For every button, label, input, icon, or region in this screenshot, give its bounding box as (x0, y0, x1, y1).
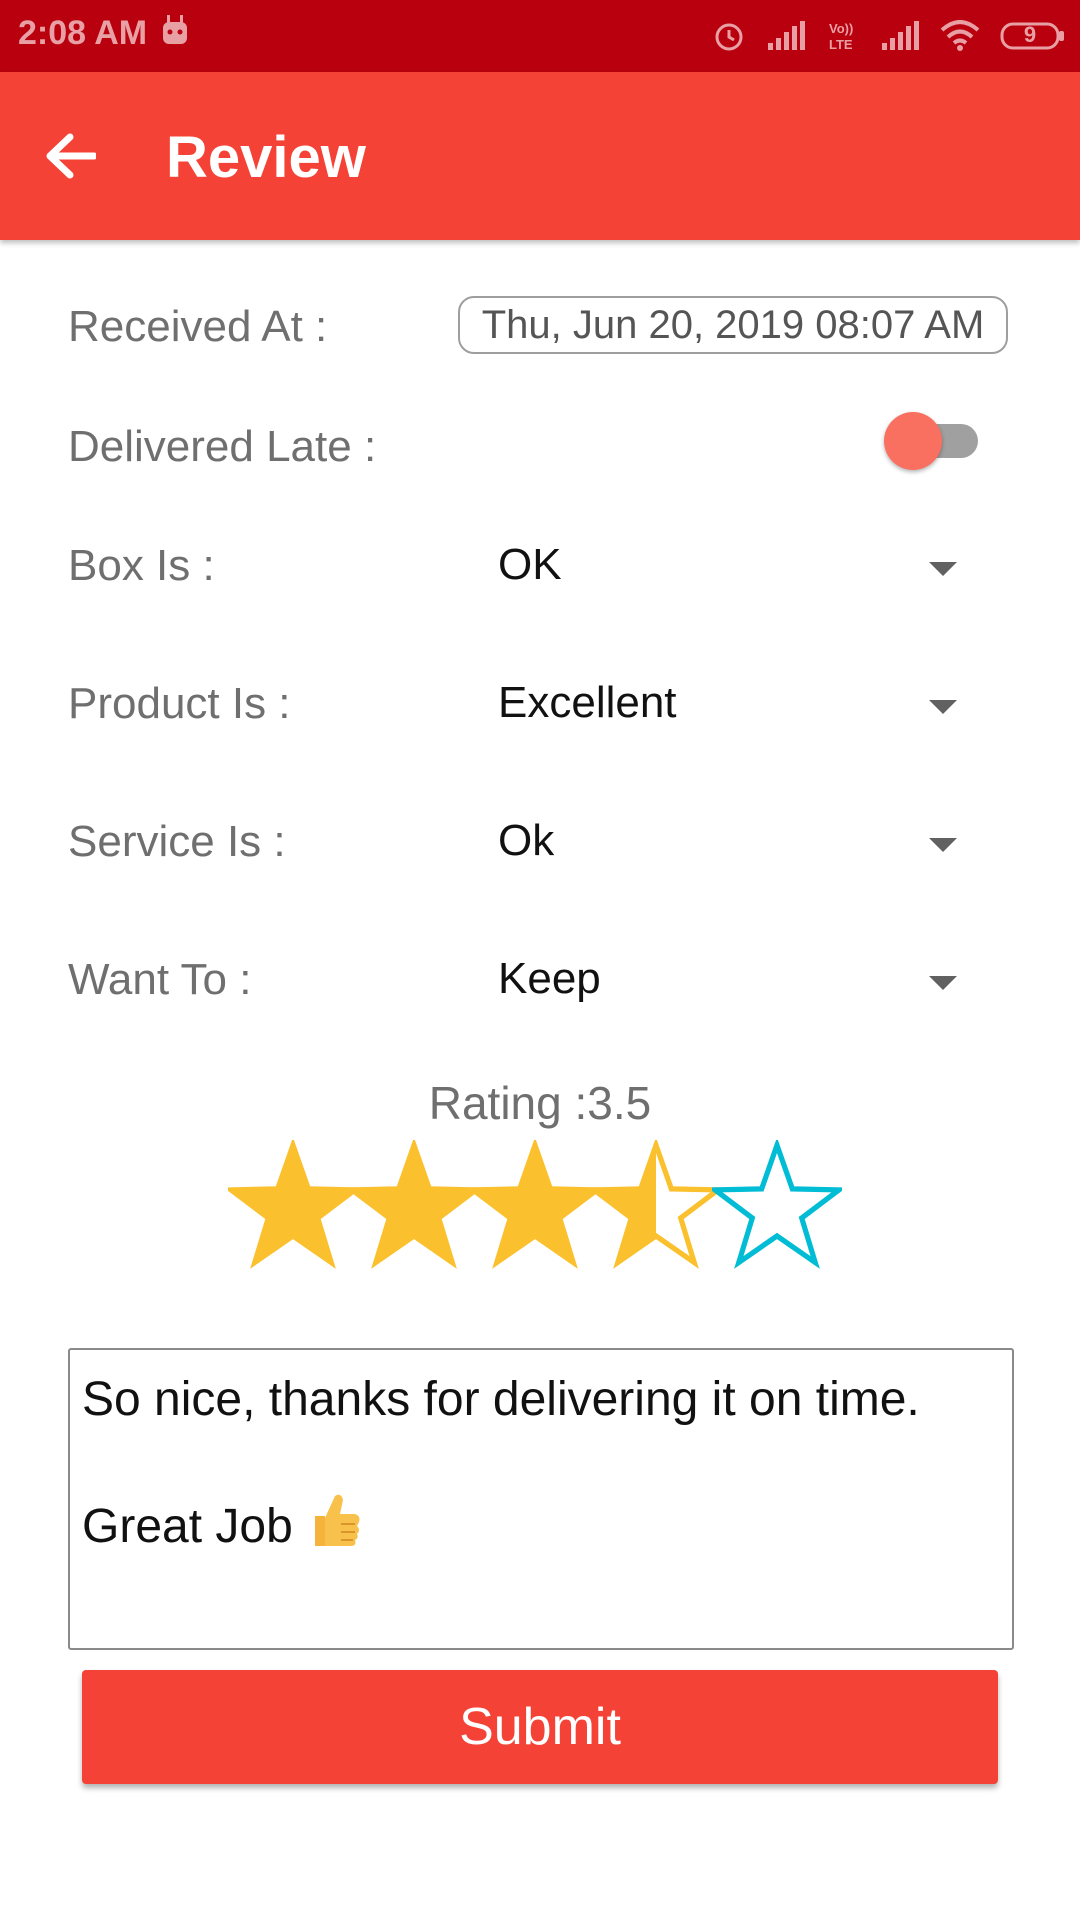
box-is-dropdown[interactable]: OK (490, 530, 970, 610)
signal-icon (880, 21, 920, 51)
volte-icon: Vo)) LTE (826, 19, 860, 53)
dropdown-arrow-icon (929, 700, 957, 714)
box-is-value: OK (498, 540, 562, 589)
status-bar: 2:08 AM Vo)) LTE 9 (0, 0, 1080, 72)
page-title: Review (166, 125, 366, 190)
want-to-dropdown[interactable]: Keep (490, 944, 970, 1024)
rating-star-1[interactable] (228, 1140, 358, 1270)
status-time: 2:08 AM (18, 14, 148, 52)
delivered-late-toggle[interactable] (884, 410, 984, 470)
rating-label: Rating :3.5 (428, 1077, 652, 1129)
received-at-field[interactable]: Thu, Jun 20, 2019 08:07 AM (458, 296, 1008, 354)
app-bar: Review (0, 72, 1080, 240)
rating-star-3[interactable] (470, 1140, 600, 1270)
back-button[interactable] (30, 116, 110, 196)
toggle-thumb (884, 412, 942, 470)
battery-icon: 9 (1000, 21, 1066, 51)
svg-text:LTE: LTE (829, 37, 853, 52)
dropdown-arrow-icon (929, 562, 957, 576)
service-is-dropdown[interactable]: Ok (490, 806, 970, 886)
dropdown-arrow-icon (929, 976, 957, 990)
review-text-line2: Great Job (82, 1499, 293, 1553)
service-is-value: Ok (498, 816, 555, 865)
review-textarea[interactable]: So nice, thanks for delivering it on tim… (68, 1348, 1014, 1650)
battery-level: 9 (1023, 22, 1037, 47)
received-at-label: Received At : (68, 302, 328, 351)
want-to-value: Keep (498, 954, 601, 1003)
wifi-icon (940, 20, 980, 52)
signal-icon (766, 21, 806, 51)
android-icon (160, 14, 190, 48)
delivered-late-label: Delivered Late : (68, 422, 377, 471)
box-is-label: Box Is : (68, 541, 215, 590)
review-text-line1: So nice, thanks for delivering it on tim… (82, 1373, 920, 1426)
svg-text:Vo)): Vo)) (829, 21, 853, 36)
rating-star-5[interactable] (712, 1140, 842, 1270)
alarm-icon (712, 19, 746, 53)
thumbs-up-icon (307, 1490, 363, 1563)
service-is-label: Service Is : (68, 817, 286, 866)
rating-bar[interactable] (228, 1140, 848, 1280)
product-is-value: Excellent (498, 678, 677, 727)
dropdown-arrow-icon (929, 838, 957, 852)
rating-star-2[interactable] (349, 1140, 479, 1270)
product-is-dropdown[interactable]: Excellent (490, 668, 970, 748)
product-is-label: Product Is : (68, 679, 291, 728)
want-to-label: Want To : (68, 955, 252, 1004)
arrow-back-icon (46, 133, 96, 179)
rating-star-4[interactable] (591, 1140, 721, 1270)
submit-button[interactable]: Submit (82, 1670, 998, 1784)
